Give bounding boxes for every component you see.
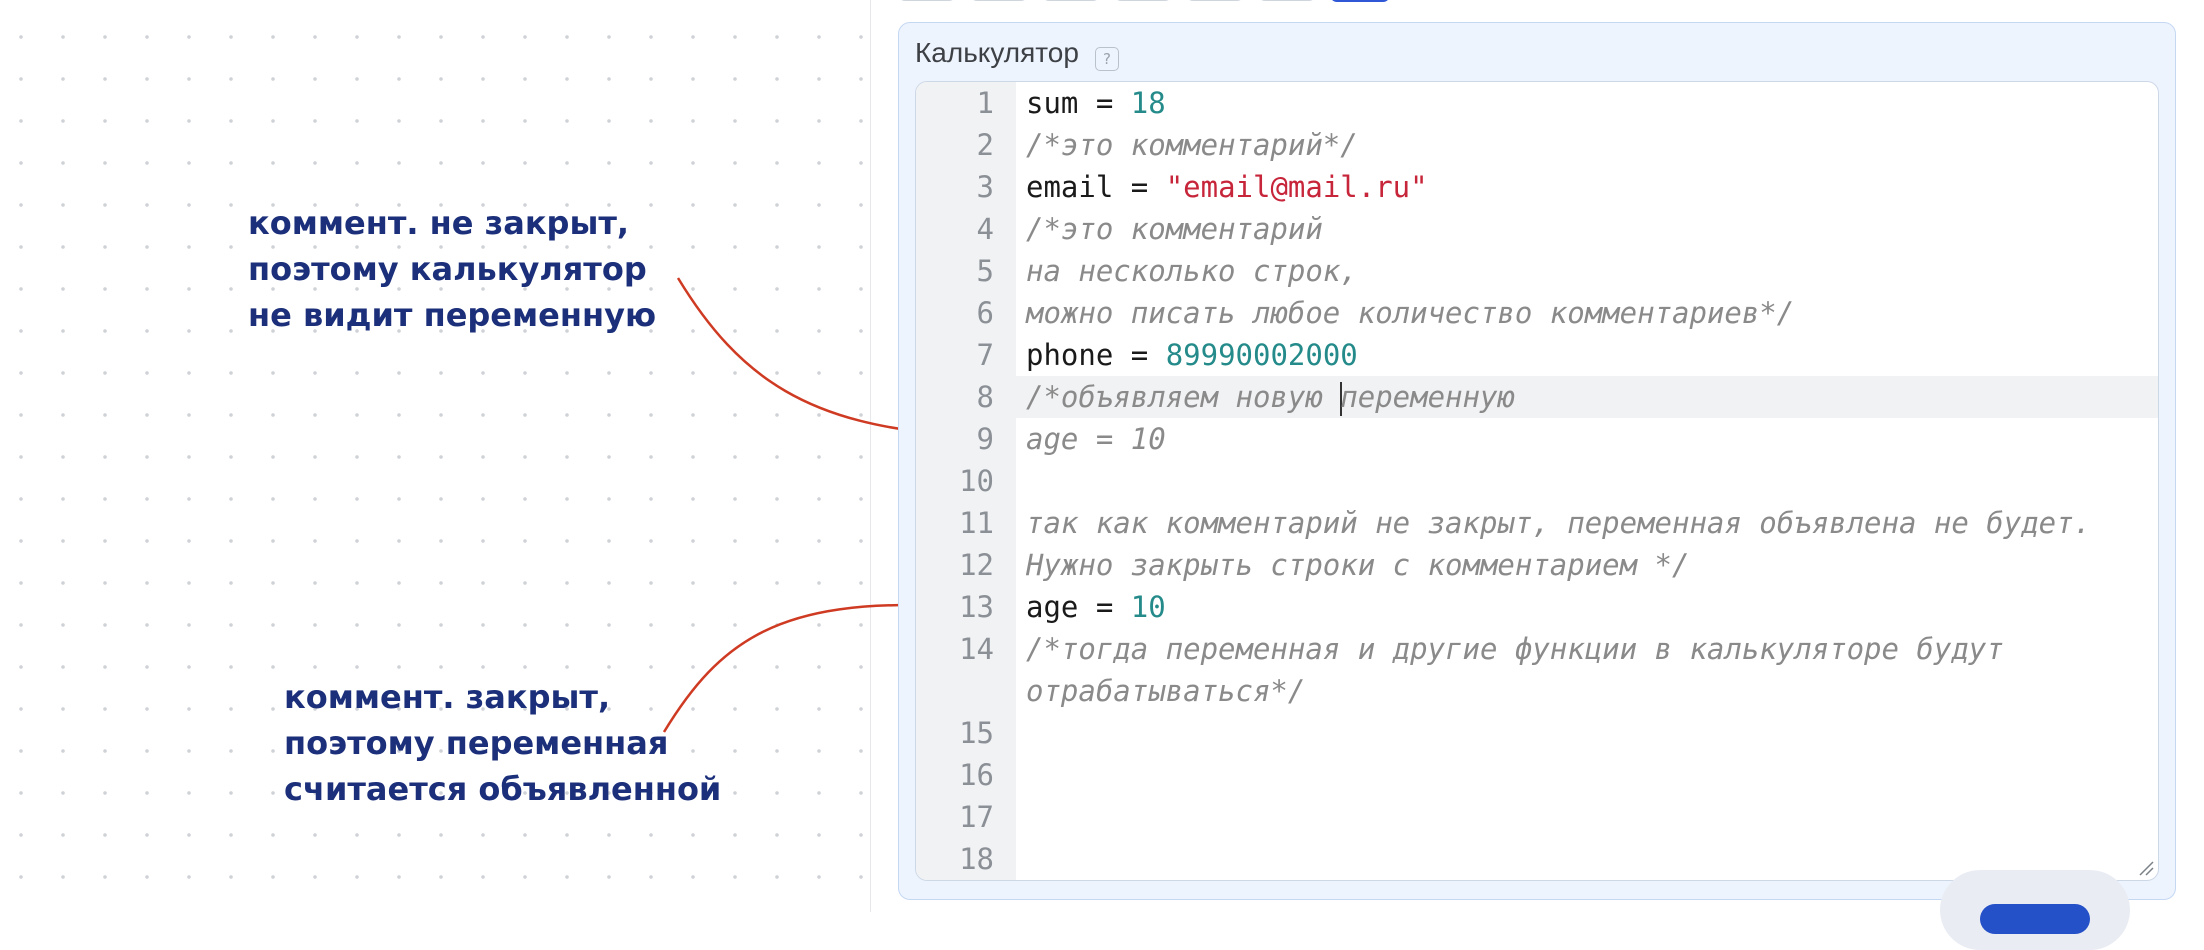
line-number: 10 bbox=[959, 464, 994, 498]
code-text: так как комментарий не закрыт, переменна… bbox=[1026, 506, 2092, 540]
code-line: 3 email = "email@mail.ru" bbox=[916, 166, 2158, 208]
line-number: 11 bbox=[959, 506, 994, 540]
line-number: 13 bbox=[959, 590, 994, 624]
code-text: можно писать любое количество комментари… bbox=[1026, 296, 1795, 330]
code-line: 9 age = 10 bbox=[916, 418, 2158, 460]
code-text: sum = 18 bbox=[1026, 86, 1166, 120]
code-line: 17 bbox=[916, 796, 2158, 838]
line-number: 8 bbox=[976, 380, 994, 414]
line-number: 3 bbox=[976, 170, 994, 204]
line-number: 5 bbox=[976, 254, 994, 288]
line-number: 4 bbox=[976, 212, 994, 246]
help-icon[interactable]: ? bbox=[1095, 47, 1119, 71]
line-number: 7 bbox=[976, 338, 994, 372]
line-number: 18 bbox=[959, 842, 994, 876]
code-line: 12 Нужно закрыть строки с комментарием *… bbox=[916, 544, 2158, 586]
line-number: 1 bbox=[976, 86, 994, 120]
line-number: 15 bbox=[959, 716, 994, 750]
code-text: age = 10 bbox=[1026, 422, 1166, 456]
code-text: /*это комментарий*/ bbox=[1026, 128, 1358, 162]
code-text: /*объявляем новую переменную bbox=[1026, 380, 1515, 416]
code-line: 1 sum = 18 bbox=[916, 82, 2158, 124]
line-number: 2 bbox=[976, 128, 994, 162]
line-number: 16 bbox=[959, 758, 994, 792]
code-line: 4 /*это комментарий bbox=[916, 208, 2158, 250]
line-number: 6 bbox=[976, 296, 994, 330]
code-line: 11 так как комментарий не закрыт, переме… bbox=[916, 502, 2158, 544]
line-number: 9 bbox=[976, 422, 994, 456]
tab-stub[interactable] bbox=[970, 0, 1028, 1]
code-line-wrapped: отрабатываться*/ bbox=[916, 670, 2158, 712]
code-text: phone = 89990002000 bbox=[1026, 338, 1358, 372]
line-number: 17 bbox=[959, 800, 994, 834]
calculator-title: Калькулятор bbox=[915, 37, 1079, 68]
line-number: 12 bbox=[959, 548, 994, 582]
code-line: 5 на несколько строк, bbox=[916, 250, 2158, 292]
tab-stub[interactable] bbox=[1258, 0, 1316, 1]
code-text: на несколько строк, bbox=[1026, 254, 1358, 288]
code-editor[interactable]: 1 sum = 18 2 /*это комментарий*/ 3 email… bbox=[915, 81, 2159, 881]
code-line: 16 bbox=[916, 754, 2158, 796]
bottom-action-button[interactable] bbox=[1980, 904, 2090, 934]
code-line: 10 bbox=[916, 460, 2158, 502]
code-text: /*это комментарий bbox=[1026, 212, 1323, 246]
tab-stub[interactable] bbox=[898, 0, 956, 1]
line-number: 14 bbox=[959, 632, 994, 666]
code-text: email = "email@mail.ru" bbox=[1026, 170, 1428, 204]
annotation-arrows bbox=[662, 277, 959, 733]
code-line: 6 можно писать любое количество коммента… bbox=[916, 292, 2158, 334]
tab-stub[interactable] bbox=[1042, 0, 1100, 1]
code-line: 2 /*это комментарий*/ bbox=[916, 124, 2158, 166]
code-line: 14 /*тогда переменная и другие функции в… bbox=[916, 628, 2158, 670]
code-line-active: 8 /*объявляем новую переменную bbox=[916, 376, 2158, 418]
code-text: /*тогда переменная и другие функции в ка… bbox=[1026, 632, 2004, 666]
tab-stub-active[interactable] bbox=[1330, 0, 1390, 2]
code-line: 15 bbox=[916, 712, 2158, 754]
calculator-panel: Калькулятор ? 1 sum = 18 2 /*это коммент… bbox=[898, 22, 2176, 900]
tab-stub[interactable] bbox=[1114, 0, 1172, 1]
code-text: Нужно закрыть строки с комментарием */ bbox=[1026, 548, 1690, 582]
code-text: отрабатываться*/ bbox=[1026, 674, 1306, 708]
resize-handle-icon[interactable] bbox=[2138, 860, 2154, 876]
code-line: 7 phone = 89990002000 bbox=[916, 334, 2158, 376]
tab-stub[interactable] bbox=[1186, 0, 1244, 1]
code-text: age = 10 bbox=[1026, 590, 1166, 624]
code-line: 13 age = 10 bbox=[916, 586, 2158, 628]
